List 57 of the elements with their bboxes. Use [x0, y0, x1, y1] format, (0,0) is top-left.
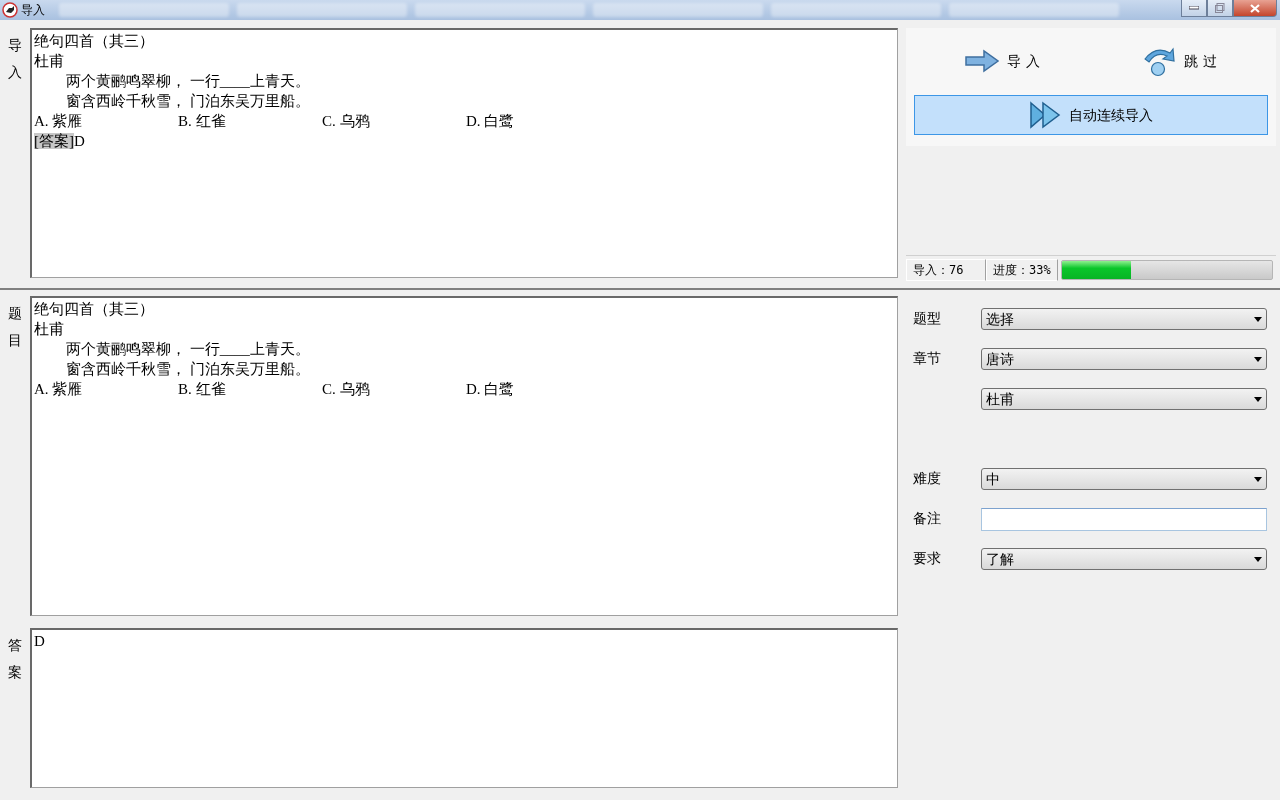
field-label: 题型: [913, 309, 942, 328]
answer-tag: [答案]: [34, 133, 74, 149]
dropdown[interactable]: 唐诗: [981, 348, 1267, 370]
field-label: 难度: [913, 469, 942, 488]
skip-button[interactable]: 跳 过: [1131, 40, 1228, 82]
option-text: B. 红雀: [178, 112, 227, 131]
minimize-button[interactable]: [1181, 0, 1207, 17]
side-label: 答案: [8, 636, 22, 683]
document-title: 绝句四首（其三）: [34, 32, 155, 51]
option-text: A. 紫雁: [34, 112, 84, 131]
minimize-icon: [1189, 6, 1199, 10]
caret-icon: [1254, 556, 1262, 562]
import-editor[interactable]: 绝句四首（其三） 杜甫 两个黄鹂鸣翠柳， 一行____上青天。 窗含西岭千秋雪， 门泊东吴万里船。 A. 紫雁 B. 红雀 C. 乌鸦 D. 白鹭 [答案]D: [30, 28, 898, 278]
poem-line: 两个黄鹂鸣翠柳， 一行____上青天。: [65, 340, 311, 359]
answer-editor[interactable]: D: [30, 628, 898, 788]
dropdown[interactable]: 了解: [981, 548, 1267, 570]
poem-line: 两个黄鹂鸣翠柳， 一行____上青天。: [65, 72, 311, 91]
option-text: C. 乌鸦: [322, 112, 371, 131]
close-button[interactable]: [1233, 0, 1277, 17]
auto-import-button[interactable]: 自动连续导入: [914, 95, 1268, 135]
close-icon: [1250, 3, 1260, 13]
curved-arrow-icon: [1142, 45, 1177, 77]
import-button[interactable]: 导 入: [954, 40, 1051, 82]
option-text: D. 白鹭: [466, 112, 516, 131]
caret-icon: [1254, 476, 1262, 482]
input-field[interactable]: [981, 508, 1267, 531]
author-text: 杜甫: [34, 320, 65, 339]
document-title: 绝句四首（其三）: [34, 300, 155, 319]
side-label: 导入: [8, 36, 22, 83]
progress-text: 进度：33%: [986, 259, 1058, 281]
answer-text: D: [34, 632, 46, 651]
app-icon: [2, 2, 18, 18]
question-editor[interactable]: 绝句四首（其三） 杜甫 两个黄鹂鸣翠柳， 一行____上青天。 窗含西岭千秋雪， 门泊东吴万里船。 A. 紫雁 B. 红雀 C. 乌鸦 D. 白鹭: [30, 296, 898, 616]
option-text: C. 乌鸦: [322, 380, 371, 399]
double-arrow-icon: [1029, 101, 1061, 129]
dropdown[interactable]: 杜甫: [981, 388, 1267, 410]
option-text: B. 红雀: [178, 380, 227, 399]
arrow-icon: [965, 49, 1000, 73]
field-label: 要求: [913, 549, 942, 568]
poem-line: 窗含西岭千秋雪， 门泊东吴万里船。: [65, 360, 311, 379]
dropdown[interactable]: 中: [981, 468, 1267, 490]
author-text: 杜甫: [34, 52, 65, 71]
maximize-icon: [1215, 3, 1225, 13]
field-label: 备注: [913, 509, 942, 528]
option-text: D. 白鹭: [466, 380, 516, 399]
field-label: 章节: [913, 349, 942, 368]
dropdown[interactable]: 选择: [981, 308, 1267, 330]
import-count: 导入：76: [906, 259, 986, 281]
poem-line: 窗含西岭千秋雪， 门泊东吴万里船。: [65, 92, 311, 111]
caret-icon: [1254, 356, 1262, 362]
maximize-button[interactable]: [1207, 0, 1233, 17]
side-label: 题目: [8, 304, 22, 351]
answer-value: D: [74, 133, 85, 149]
window-title: 导入: [21, 2, 45, 19]
caret-icon: [1254, 316, 1262, 322]
option-text: A. 紫雁: [34, 380, 84, 399]
caret-icon: [1254, 396, 1262, 402]
